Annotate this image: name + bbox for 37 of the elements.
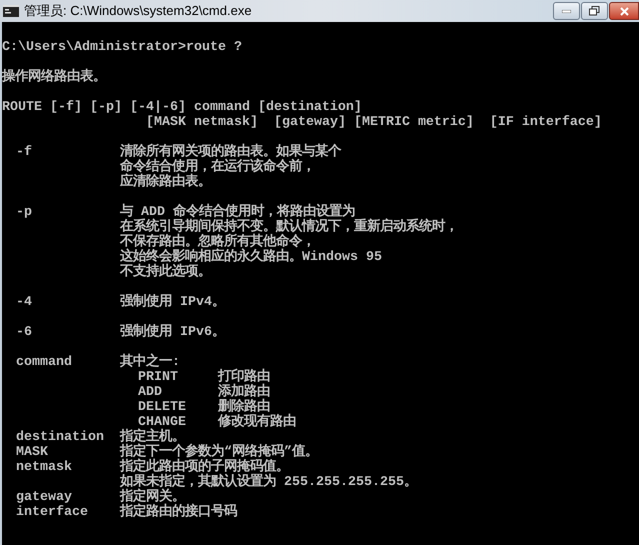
option-name: destination xyxy=(16,430,104,445)
option-name: netmask xyxy=(16,460,72,475)
option-name: MASK xyxy=(16,445,48,460)
option-description: 在系统引导期间保持不变。默认情况下，重新启动系统时， xyxy=(120,220,458,235)
option-name: -6 xyxy=(16,325,32,340)
command-description: 修改现有路由 xyxy=(218,415,296,430)
option-description: 强制使用 IPv6。 xyxy=(120,325,225,340)
console-line: C:\Users\Administrator>route ? xyxy=(2,40,242,55)
minimize-button[interactable] xyxy=(553,2,580,20)
option-description: 应清除路由表。 xyxy=(120,175,211,190)
option-name: gateway xyxy=(16,490,72,505)
close-icon xyxy=(620,6,628,16)
console-line: 操作网络路由表。 xyxy=(2,70,106,85)
console-line: ROUTE [-f] [-p] [-4|-6] command [destination] xyxy=(2,100,362,115)
option-name: -p xyxy=(16,205,32,220)
maximize-button[interactable] xyxy=(581,2,608,20)
command-name: DELETE xyxy=(138,400,186,415)
option-name: interface xyxy=(16,505,88,520)
option-name: -4 xyxy=(16,295,32,310)
command-name: ADD xyxy=(138,385,162,400)
command-name: PRINT xyxy=(138,370,178,385)
command-description: 删除路由 xyxy=(218,400,270,415)
option-description: 强制使用 IPv4。 xyxy=(120,295,225,310)
option-description: 不支持此选项。 xyxy=(120,265,211,280)
command-description: 添加路由 xyxy=(218,385,270,400)
restore-icon xyxy=(589,6,600,16)
option-name: command xyxy=(16,355,72,370)
console-icon xyxy=(3,5,19,17)
minimize-icon xyxy=(562,10,571,12)
option-description: 指定路由的接口号码 xyxy=(120,505,237,520)
option-description: 这始终会影响相应的永久路由。Windows 95 xyxy=(120,250,382,265)
option-description: 其中之一: xyxy=(120,355,180,370)
window-title: 管理员: C:\Windows\system32\cmd.exe xyxy=(24,2,252,20)
console-line: [MASK netmask] [gateway] [METRIC metric] [IF interface] xyxy=(146,115,602,130)
option-name: -f xyxy=(16,145,32,160)
command-description: 打印路由 xyxy=(218,370,270,385)
close-button[interactable] xyxy=(609,2,639,20)
